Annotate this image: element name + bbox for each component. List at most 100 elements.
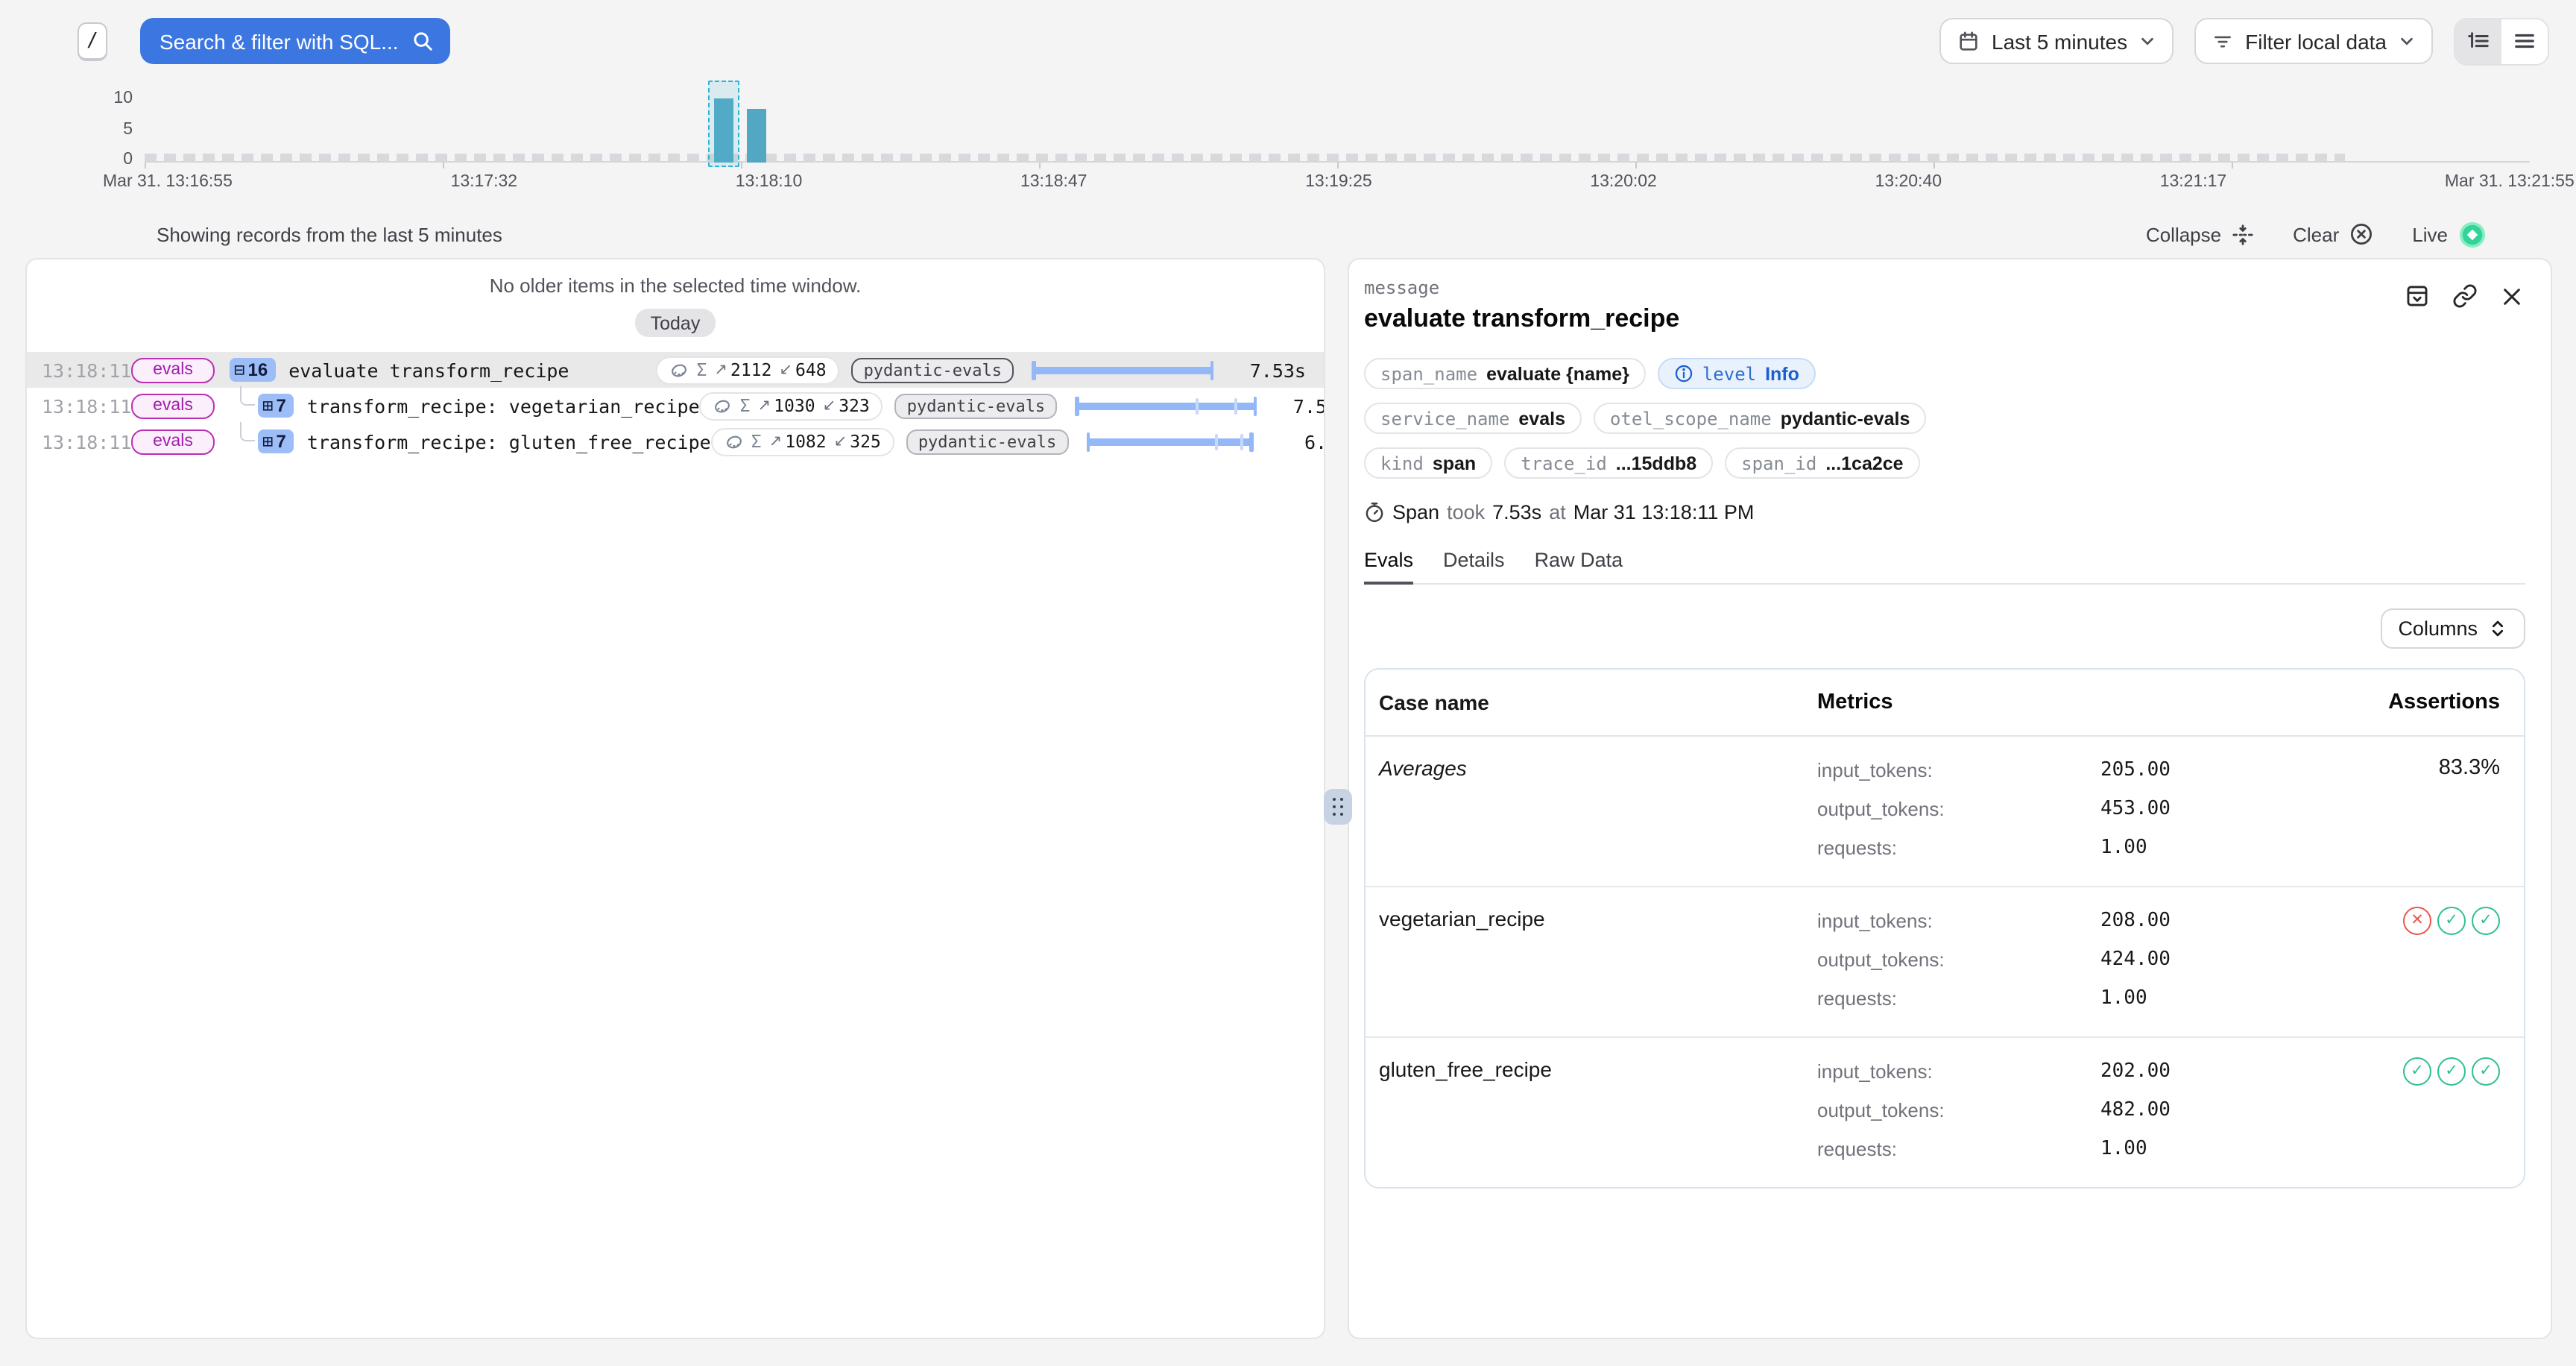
main-panels: No older items in the selected time wind… [25, 258, 2552, 1339]
trace-row[interactable]: 13:18:11 evals ⊟ 16 evaluate transform_r… [27, 352, 1324, 388]
metric-value: 482.00 [2100, 1096, 2171, 1126]
trace-id-chip[interactable]: trace_id ...15ddb8 [1504, 447, 1713, 479]
x-axis-label: Mar 31. 13:16:55 [103, 173, 233, 191]
collapse-button[interactable]: Collapse [2146, 223, 2254, 245]
evals-table-header: Case name Metrics Assertions [1366, 670, 2524, 737]
x-axis-label: 13:21:17 [2160, 173, 2227, 191]
metric-label: input_tokens: [1817, 907, 2100, 937]
x-axis-label: 13:20:02 [1590, 173, 1657, 191]
time-range-dropdown[interactable]: Last 5 minutes [1939, 18, 2174, 64]
assertion-pass-icon[interactable]: ✓ [2472, 907, 2500, 935]
level-chip[interactable]: level Info [1658, 358, 1816, 389]
child-count: 16 [247, 359, 268, 380]
evals-table-row[interactable]: vegetarian_recipe input_tokens:208.00 ou… [1366, 887, 2524, 1038]
assertion-pass-icon[interactable]: ✓ [2437, 907, 2466, 935]
token-metrics-pill: Σ ↗ 2112 ↙ 648 [656, 356, 839, 384]
timeline-selection-region[interactable] [708, 81, 739, 167]
assertion-pass-icon[interactable]: ✓ [2403, 1057, 2431, 1086]
otel-scope-name-chip[interactable]: otel_scope_name pydantic-evals [1594, 403, 1926, 434]
assertion-pass-icon[interactable]: ✓ [2437, 1057, 2466, 1086]
at-word: at [1549, 501, 1566, 523]
record-kind-label: message [1364, 277, 2525, 298]
timeline-empty-dashes [145, 154, 2345, 161]
span-name-chip[interactable]: span_name evaluate {name} [1364, 358, 1646, 389]
search-input[interactable]: Search & filter with SQL... [140, 18, 450, 64]
expand-children-button[interactable]: ⊞ 7 [258, 394, 294, 418]
metric-label: input_tokens: [1817, 756, 2100, 786]
x-axis-tickmark [1933, 163, 1935, 169]
filter-icon [2212, 31, 2233, 51]
histogram-bar[interactable] [747, 109, 766, 163]
metric-label: input_tokens: [1817, 1057, 2100, 1087]
output-tokens: 325 [850, 431, 881, 452]
time-range-label: Last 5 minutes [1992, 29, 2127, 53]
metric-value: 202.00 [2100, 1057, 2171, 1087]
span-id-chip[interactable]: span_id ...1ca2ce [1725, 447, 1919, 479]
live-toggle[interactable]: Live [2412, 220, 2487, 248]
detail-panel-actions [2405, 283, 2524, 309]
clear-button[interactable]: Clear [2293, 222, 2373, 246]
kind-chip[interactable]: kind span [1364, 447, 1492, 479]
x-axis-label: Mar 31. 13:21:55 [2445, 173, 2575, 191]
input-tokens: 1030 [774, 395, 815, 416]
span-timestamp: Mar 31 13:18:11 PM [1573, 501, 1755, 523]
assertion-fail-icon[interactable]: ✕ [2403, 907, 2431, 935]
child-count: 7 [276, 395, 285, 416]
chip-value: Info [1765, 363, 1799, 384]
evals-badge: evals [131, 429, 215, 454]
y-axis-tick: 5 [94, 121, 133, 139]
panel-resize-handle[interactable] [1324, 789, 1352, 825]
trace-row[interactable]: 13:18:11 evals ⊞ 7 transform_recipe: veg… [27, 388, 1324, 424]
plus-square-icon: ⊞ [262, 431, 273, 452]
today-chip[interactable]: Today [636, 309, 716, 337]
trace-rows: 13:18:11 evals ⊟ 16 evaluate transform_r… [27, 352, 1324, 459]
chip-value: ...1ca2ce [1825, 453, 1903, 473]
close-icon[interactable] [2500, 284, 2524, 308]
service-name-chip[interactable]: service_name evals [1364, 403, 1582, 434]
chevron-up-down-icon [2488, 619, 2507, 638]
token-metrics-pill: Σ ↗ 1030 ↙ 323 [700, 391, 883, 420]
evals-table-row[interactable]: Averages input_tokens:205.00 output_toke… [1366, 737, 2524, 887]
tab-evals[interactable]: Evals [1364, 549, 1413, 585]
tab-raw-data[interactable]: Raw Data [1535, 549, 1623, 585]
x-axis-tickmark [145, 163, 146, 169]
metric-label: requests: [1817, 984, 2100, 1014]
filter-local-data-dropdown[interactable]: Filter local data [2194, 18, 2433, 64]
trace-row[interactable]: 13:18:11 evals ⊞ 7 transform_recipe: glu… [27, 424, 1324, 459]
metrics-cell: input_tokens:202.00 output_tokens:482.00… [1817, 1054, 2276, 1171]
assertions-percentage: 83.3% [2276, 753, 2500, 869]
topbar-right-controls: Last 5 minutes Filter local data [1939, 17, 2549, 65]
tab-details[interactable]: Details [1443, 549, 1505, 585]
trace-row-time: 13:18:11 [42, 430, 131, 453]
calendar-icon [1957, 30, 1980, 52]
list-view-button[interactable] [2501, 19, 2548, 63]
sigma-icon: Σ [740, 395, 751, 416]
plus-square-icon: ⊞ [262, 395, 273, 416]
evals-table: Case name Metrics Assertions Averages in… [1364, 668, 2525, 1189]
arrow-up-right-icon: ↗ [714, 361, 727, 379]
x-axis-label: 13:19:25 [1305, 173, 1372, 191]
minus-square-icon: ⊟ [234, 359, 244, 380]
columns-button[interactable]: Columns [2380, 608, 2525, 649]
chip-value: evals [1518, 408, 1565, 429]
tree-connector [240, 385, 255, 405]
evals-badge: evals [131, 357, 215, 383]
tree-view-button[interactable] [2455, 19, 2501, 63]
timeline-histogram[interactable]: 10 5 0 Mar 31. 13:16:55 13:17:32 13:18:1… [145, 84, 2530, 197]
live-indicator-icon [2458, 220, 2487, 248]
child-count: 7 [276, 431, 285, 452]
expand-children-button[interactable]: ⊞ 7 [258, 429, 294, 453]
evals-table-row[interactable]: gluten_free_recipe input_tokens:202.00 o… [1366, 1038, 2524, 1187]
no-older-items-notice: No older items in the selected time wind… [27, 274, 1324, 297]
chip-key: trace_id [1521, 453, 1607, 473]
assertion-pass-icon[interactable]: ✓ [2472, 1057, 2500, 1086]
copy-link-icon[interactable] [2452, 283, 2478, 309]
collapse-children-button[interactable]: ⊟ 16 [230, 358, 275, 382]
coin-icon [724, 432, 744, 451]
chip-key: span_id [1741, 453, 1816, 473]
arrow-down-left-icon: ↙ [834, 432, 847, 450]
metric-label: requests: [1817, 834, 2100, 863]
dock-panel-icon[interactable] [2405, 283, 2430, 309]
chevron-down-icon [2399, 33, 2415, 49]
span-detail-panel: message evaluate transform_recipe span_n… [1348, 258, 2552, 1339]
